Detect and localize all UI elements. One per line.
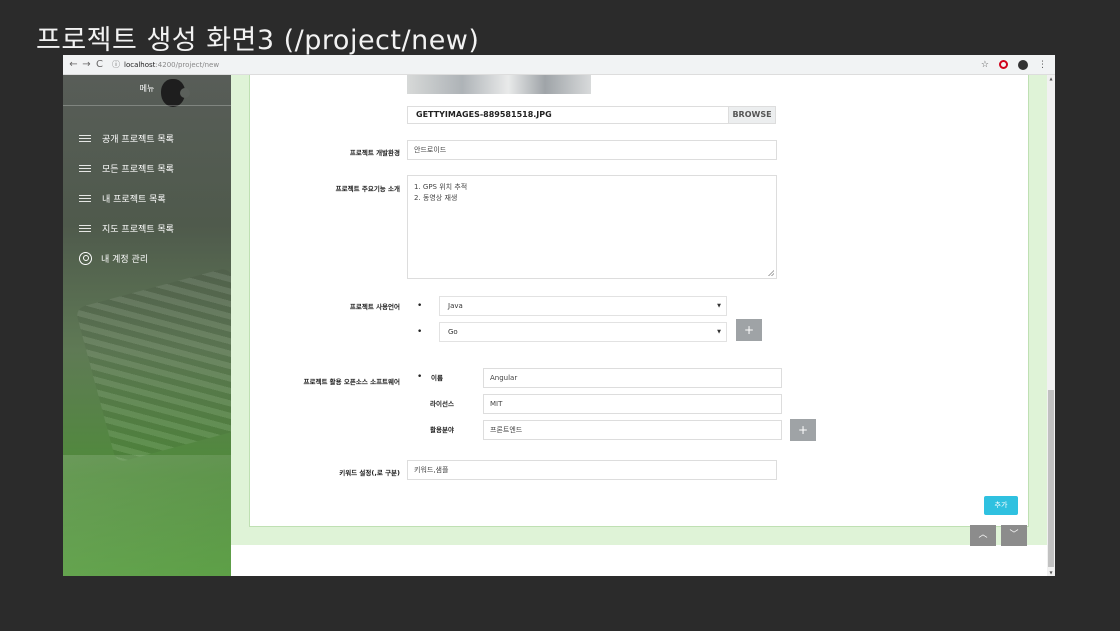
oss-license-label: 라이선스 [430,400,454,408]
sidebar-item-account[interactable]: 내 계정 관리 [79,243,174,273]
scroll-arrow-down-icon[interactable]: ▼ [1047,570,1055,575]
language-select-1[interactable]: Java ▼ [439,296,727,316]
forward-button[interactable]: → [80,59,93,70]
slide-title: 프로젝트 생성 화면3 (/project/new) [36,25,480,56]
sidebar-divider [63,105,231,106]
list-icon [79,134,93,142]
sidebar-background-glare [63,455,231,576]
language-select-value: Go [448,328,458,336]
list-icon [79,164,93,172]
sidebar-title: 메뉴 [139,84,155,93]
main-content: GETTYIMAGES-889581518.JPG BROWSE 프로젝트 개발… [231,75,1047,576]
sidebar-item-label: 내 계정 관리 [101,254,149,265]
dev-env-input[interactable]: 안드로이드 [407,140,777,160]
chevron-down-icon: ▼ [717,329,721,335]
oss-name-input[interactable]: Angular [483,368,782,388]
scroll-down-button[interactable]: ﹀ [1001,525,1027,546]
sidebar-item-my-projects[interactable]: 내 프로젝트 목록 [79,183,174,213]
reload-button[interactable]: C [93,59,106,70]
features-textarea[interactable]: 1. GPS 위치 추적 2. 동영상 재생 [407,175,777,279]
language-select-value: Java [448,302,463,310]
sidebar-menu: 공개 프로젝트 목록 모든 프로젝트 목록 내 프로젝트 목록 지도 프로젝트 … [79,123,174,273]
sidebar-item-all-projects[interactable]: 모든 프로젝트 목록 [79,153,174,183]
list-icon [79,194,93,202]
sidebar-item-label: 내 프로젝트 목록 [102,194,166,205]
keywords-input[interactable]: 키워드,샘플 [407,460,777,480]
file-name: GETTYIMAGES-889581518.JPG [416,110,552,119]
keywords-label: 키워드 설정(,로 구분) [339,469,400,477]
bullet: • [417,372,423,382]
sidebar-background-keyboard [75,267,231,463]
profile-avatar[interactable] [1018,59,1028,70]
add-language-button[interactable]: + [736,319,762,341]
dev-env-label: 프로젝트 개발환경 [349,149,400,157]
oss-field-input[interactable]: 프론트엔드 [483,420,782,440]
file-upload-field[interactable]: GETTYIMAGES-889581518.JPG BROWSE [407,106,776,124]
scroll-arrow-up-icon[interactable]: ▲ [1047,76,1055,81]
info-icon[interactable]: ⓘ [112,59,120,70]
resize-handle-icon[interactable] [768,270,774,276]
sidebar-item-map-projects[interactable]: 지도 프로젝트 목록 [79,213,174,243]
browser-menu-icon[interactable]: ⋮ [1038,60,1047,70]
browse-button[interactable]: BROWSE [728,107,775,123]
browser-window: ← → C ⓘ localhost:4200/project/new ☆ ⋮ 메… [63,55,1055,576]
sidebar-item-label: 공개 프로젝트 목록 [102,134,174,145]
address-bar[interactable]: ⓘ localhost:4200/project/new [112,59,219,70]
sidebar-item-label: 모든 프로젝트 목록 [102,164,174,175]
image-preview [407,75,591,94]
features-line: 1. GPS 위치 추적 [414,183,468,191]
add-oss-button[interactable]: + [790,419,816,441]
languages-label: 프로젝트 사용언어 [349,303,400,311]
oss-license-input[interactable]: MIT [483,394,782,414]
bullet: • [417,301,423,311]
scroll-up-button[interactable]: ︿ [970,525,996,546]
language-select-2[interactable]: Go ▼ [439,322,727,342]
sidebar-item-public-projects[interactable]: 공개 프로젝트 목록 [79,123,174,153]
chevron-down-icon: ▼ [717,303,721,309]
url-path: :4200/project/new [155,60,220,69]
scrollbar-thumb[interactable] [1048,390,1054,567]
features-label: 프로젝트 주요기능 소개 [335,185,400,193]
opera-extension-icon[interactable] [999,60,1008,69]
add-project-button[interactable]: 추가 [984,496,1018,515]
page-scrollbar[interactable]: ▲ ▼ [1047,75,1055,576]
back-button[interactable]: ← [67,59,80,70]
bookmark-star-icon[interactable]: ☆ [981,60,989,70]
oss-name-label: 이름 [431,374,443,382]
oss-field-label: 활용분야 [430,426,454,434]
features-line: 2. 동영상 재생 [414,194,458,202]
sidebar-item-label: 지도 프로젝트 목록 [102,224,174,235]
user-circle-icon [79,251,92,265]
sidebar: 메뉴 공개 프로젝트 목록 모든 프로젝트 목록 내 프로젝트 목록 지도 프로… [63,75,231,576]
url-host: localhost [124,60,156,69]
browser-toolbar: ← → C ⓘ localhost:4200/project/new ☆ ⋮ [63,55,1055,75]
project-form-card: GETTYIMAGES-889581518.JPG BROWSE 프로젝트 개발… [249,75,1029,527]
list-icon [79,224,93,232]
bullet: • [417,327,423,337]
oss-label: 프로젝트 활용 오픈소스 소프트웨어 [303,378,401,386]
